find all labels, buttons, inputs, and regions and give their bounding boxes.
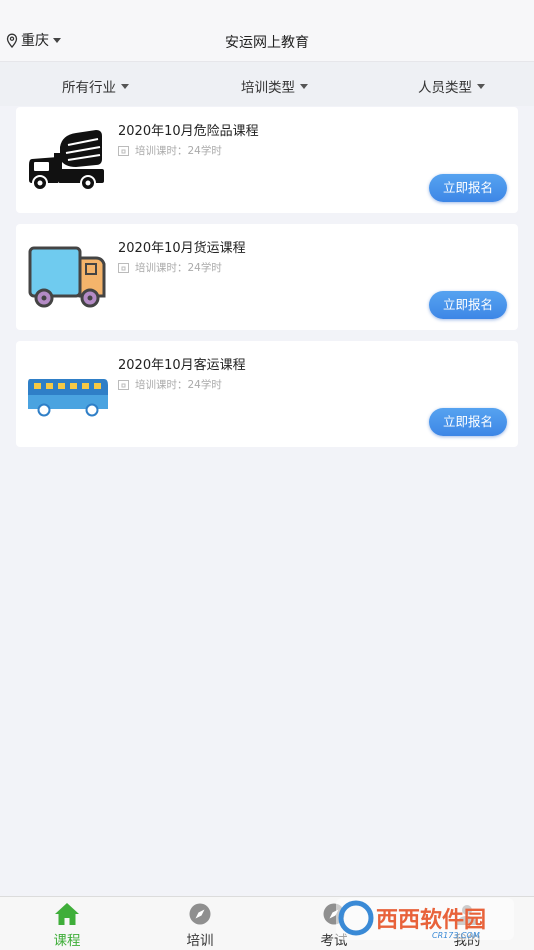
chevron-down-icon xyxy=(477,83,485,89)
tab-courses[interactable]: 课程 xyxy=(32,901,102,949)
course-title: 2020年10月客运课程 xyxy=(118,358,246,373)
course-title: 2020年10月货运课程 xyxy=(118,241,246,256)
filter-bar: 所有行业 培训类型 人员类型 xyxy=(0,62,534,106)
course-hours-text: 培训课时：24学时 xyxy=(135,379,222,391)
course-hours-text: 培训课时：24学时 xyxy=(135,145,222,157)
course-hours: 培训课时：24学时 xyxy=(118,143,222,158)
tab-label: 培训 xyxy=(186,933,214,949)
enroll-button[interactable]: 立即报名 xyxy=(429,408,507,436)
course-title: 2020年10月危险品课程 xyxy=(118,124,259,139)
page-title: 安运网上教育 xyxy=(225,35,309,51)
tab-label: 课程 xyxy=(53,933,81,949)
cargo-truck-icon xyxy=(28,246,106,308)
enroll-button[interactable]: 立即报名 xyxy=(429,174,507,202)
filter-training-type[interactable]: 培训类型 xyxy=(241,76,308,96)
filter-label: 培训类型 xyxy=(241,80,295,96)
course-hours: 培训课时：24学时 xyxy=(118,260,222,275)
mixer-truck-icon xyxy=(29,130,104,191)
chevron-down-icon xyxy=(300,83,308,89)
course-card[interactable]: 2020年10月危险品课程 培训课时：24学时 立即报名 xyxy=(16,107,518,213)
calendar-icon xyxy=(118,380,129,390)
filter-personnel-type[interactable]: 人员类型 xyxy=(418,76,485,96)
watermark-text: 西西软件园 xyxy=(376,907,486,933)
bus-icon xyxy=(28,379,108,417)
calendar-icon xyxy=(118,263,129,273)
watermark-logo: 西西软件园 CR173.COM xyxy=(336,898,514,940)
enroll-button[interactable]: 立即报名 xyxy=(429,291,507,319)
tab-training[interactable]: 培训 xyxy=(165,901,235,949)
calendar-icon xyxy=(118,146,129,156)
home-icon xyxy=(55,903,79,925)
watermark-subtext: CR173.COM xyxy=(432,931,480,940)
top-bar: 重庆 安运网上教育 xyxy=(0,0,534,62)
course-card[interactable]: 2020年10月客运课程 培训课时：24学时 立即报名 xyxy=(16,341,518,447)
course-card[interactable]: 2020年10月货运课程 培训课时：24学时 立即报名 xyxy=(16,224,518,330)
chevron-down-icon xyxy=(121,83,129,89)
filter-label: 人员类型 xyxy=(418,80,472,96)
filter-industry[interactable]: 所有行业 xyxy=(62,76,129,96)
course-hours: 培训课时：24学时 xyxy=(118,377,222,392)
course-hours-text: 培训课时：24学时 xyxy=(135,262,222,274)
compass-icon xyxy=(189,903,211,925)
filter-label: 所有行业 xyxy=(62,80,116,96)
